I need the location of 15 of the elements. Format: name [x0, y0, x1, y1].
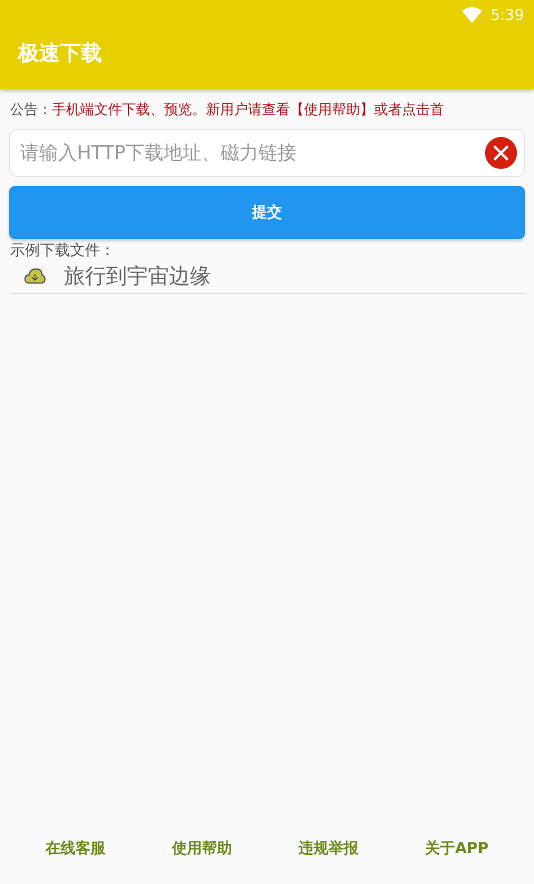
notice-text: 手机端文件下载、预览。新用户请查看【使用帮助】或者点击首 [52, 101, 444, 120]
example-file-link[interactable]: 旅行到宇宙边缘 [64, 262, 211, 290]
cloud-download-icon [24, 267, 46, 285]
status-time: 5:39 [490, 6, 524, 24]
bottom-link[interactable]: 关于APP [425, 839, 489, 858]
wifi-icon [462, 7, 482, 23]
bottom-link[interactable]: 违规举报 [298, 839, 358, 858]
url-field[interactable]: 请输入HTTP下载地址、磁力链接 [9, 129, 525, 177]
clear-icon[interactable] [485, 137, 517, 169]
submit-button[interactable]: 提交 [9, 186, 525, 239]
examples-heading: 示例下载文件： [9, 240, 116, 260]
notice-label: 公告： [10, 101, 52, 120]
app-title: 极速下载 [16, 40, 103, 67]
bottom-link[interactable]: 使用帮助 [172, 839, 232, 858]
bottom-link[interactable]: 在线客服 [45, 839, 106, 858]
